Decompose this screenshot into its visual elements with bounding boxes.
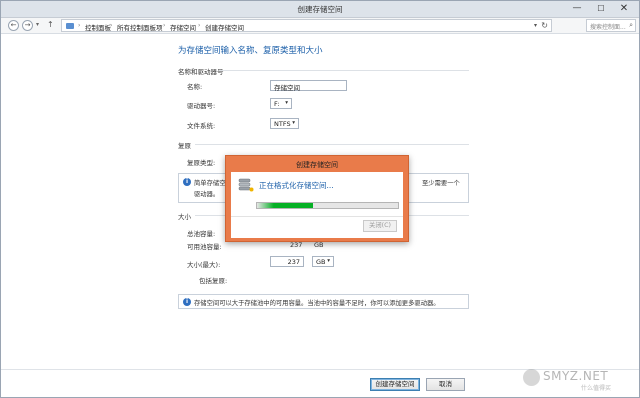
breadcrumb-separator: › bbox=[198, 22, 201, 29]
watermark-subtext: 什么值得买 bbox=[581, 385, 612, 392]
formatting-progress-dialog: 创建存储空间 正在格式化存储空间... 关闭(C) bbox=[225, 155, 409, 242]
dialog-divider bbox=[231, 216, 403, 217]
format-progress-bar bbox=[256, 202, 399, 209]
section-title-resiliency: 复原 bbox=[178, 142, 191, 150]
file-system-select[interactable]: NTFS ▾ bbox=[270, 118, 299, 129]
info-icon: i bbox=[183, 298, 191, 306]
dialog-body: 正在格式化存储空间... 关闭(C) bbox=[231, 172, 403, 238]
search-placeholder: 搜索控制面... bbox=[590, 24, 626, 31]
search-icon[interactable]: ⌕ bbox=[629, 21, 633, 30]
watermark-text: SMYZ.NET bbox=[543, 369, 609, 383]
breadcrumb-separator: › bbox=[110, 22, 113, 29]
storage-drives-icon bbox=[238, 178, 254, 192]
forward-arrow-icon[interactable]: → bbox=[22, 20, 33, 31]
breadcrumb-control-panel[interactable]: 控制面板 bbox=[85, 22, 111, 32]
available-pool-capacity-label: 可用池容量: bbox=[187, 243, 222, 251]
breadcrumb-create-storage-space[interactable]: 创建存储空间 bbox=[205, 22, 244, 32]
section-divider bbox=[219, 70, 469, 71]
minimize-button[interactable]: — bbox=[566, 1, 588, 17]
section-title-name: 名称和驱动器号 bbox=[178, 68, 224, 76]
breadcrumb-storage-spaces[interactable]: 存储空间 bbox=[170, 22, 196, 32]
resiliency-info-text-line2: 驱动器。 bbox=[194, 191, 220, 198]
search-box[interactable]: 搜索控制面... ⌕ bbox=[586, 19, 636, 32]
name-label: 名称: bbox=[187, 83, 203, 91]
drive-letter-select[interactable]: F: ▾ bbox=[270, 98, 292, 109]
drive-letter-label: 驱动器号: bbox=[187, 102, 216, 110]
maximize-button[interactable]: ☐ bbox=[590, 1, 612, 17]
size-info-box: i 存储空间可以大于存储池中的可用容量。当池中的容量不足时，你可以添加更多驱动器… bbox=[178, 294, 469, 309]
title-bar: 创建存储空间 — ☐ ✕ bbox=[1, 1, 639, 18]
file-system-value: NTFS bbox=[274, 120, 291, 128]
history-dropdown-icon[interactable]: ▾ bbox=[36, 21, 39, 28]
chevron-down-icon: ▾ bbox=[292, 120, 295, 126]
watermark-logo-icon bbox=[523, 369, 540, 386]
size-unit-value: GB bbox=[316, 258, 326, 266]
info-icon: i bbox=[183, 178, 191, 186]
address-bar[interactable]: › 控制面板 › 所有控制面板项 › 存储空间 › 创建存储空间 ▾ ↻ bbox=[61, 19, 552, 32]
available-pool-capacity-value: 237 bbox=[290, 241, 303, 249]
max-size-label: 大小(最大): bbox=[187, 261, 221, 269]
up-arrow-icon[interactable]: ↑ bbox=[47, 20, 54, 29]
breadcrumb-separator: › bbox=[78, 22, 81, 29]
total-pool-capacity-label: 总池容量: bbox=[187, 230, 216, 238]
cancel-button[interactable]: 取消 bbox=[426, 378, 465, 391]
size-info-text: 存储空间可以大于存储池中的可用容量。当池中的容量不足时，你可以添加更多驱动器。 bbox=[194, 300, 440, 307]
drive-letter-value: F: bbox=[274, 100, 280, 108]
resiliency-info-text-right: 至少需要一个 bbox=[422, 180, 460, 187]
chevron-down-icon: ▾ bbox=[327, 258, 330, 264]
name-input[interactable]: 存储空间 bbox=[270, 80, 347, 92]
create-storage-space-button[interactable]: 创建存储空间 bbox=[370, 378, 420, 391]
size-unit-select[interactable]: GB ▾ bbox=[312, 256, 334, 267]
refresh-icon[interactable]: ↻ bbox=[541, 21, 548, 30]
file-system-label: 文件系统: bbox=[187, 122, 216, 130]
close-button[interactable]: ✕ bbox=[613, 1, 635, 17]
address-dropdown-icon[interactable]: ▾ bbox=[534, 22, 537, 29]
back-arrow-icon[interactable]: ← bbox=[8, 20, 19, 31]
chevron-down-icon: ▾ bbox=[285, 100, 288, 106]
control-panel-icon bbox=[66, 23, 74, 29]
max-size-input[interactable]: 237 bbox=[270, 256, 304, 267]
window-title: 创建存储空间 bbox=[297, 5, 343, 14]
resiliency-type-label: 复原类型: bbox=[187, 159, 216, 167]
dialog-message: 正在格式化存储空间... bbox=[259, 181, 334, 190]
breadcrumb-all-items[interactable]: 所有控制面板项 bbox=[117, 22, 163, 32]
dialog-title: 创建存储空间 bbox=[296, 161, 338, 169]
section-divider bbox=[195, 144, 469, 145]
watermark: SMYZ.NET 什么值得买 bbox=[523, 367, 637, 393]
dialog-close-button[interactable]: 关闭(C) bbox=[363, 220, 397, 232]
progress-fill bbox=[257, 203, 314, 208]
breadcrumb-separator: › bbox=[163, 22, 166, 29]
section-title-size: 大小 bbox=[178, 213, 191, 221]
address-toolbar: ← → ▾ ↑ › 控制面板 › 所有控制面板项 › 存储空间 › 创建存储空间… bbox=[1, 18, 639, 34]
including-resiliency-label: 包括复原: bbox=[199, 277, 228, 285]
page-heading: 为存储空间输入名称、复原类型和大小 bbox=[178, 46, 323, 56]
available-pool-capacity-unit: GB bbox=[314, 241, 324, 249]
